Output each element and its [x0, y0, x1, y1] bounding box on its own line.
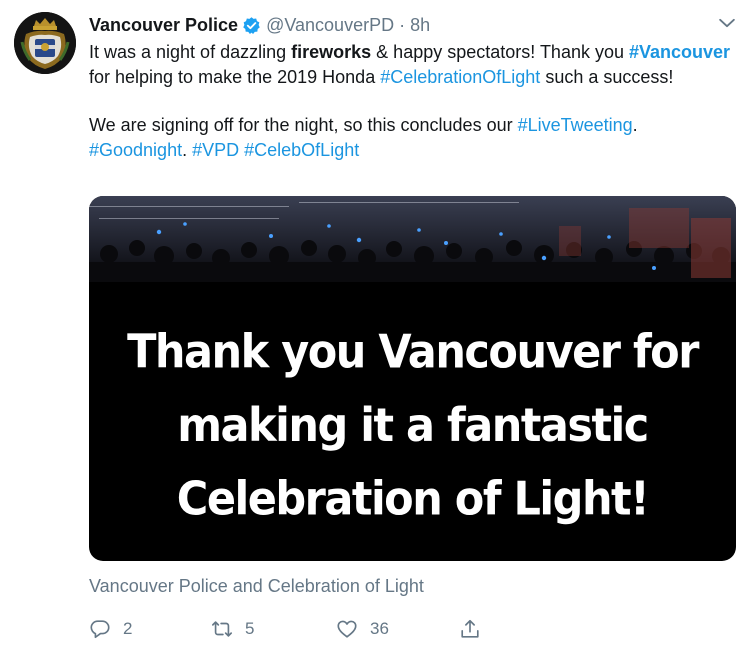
hashtag-vancouver[interactable]: #Vancouver — [629, 42, 730, 62]
hashtag-celebooflight[interactable]: #CelebOfLight — [244, 140, 359, 160]
like-count: 36 — [370, 619, 389, 638]
like-button[interactable]: 36 — [336, 616, 389, 642]
media-tag-caption[interactable]: Vancouver Police and Celebration of Ligh… — [89, 576, 424, 597]
police-crest-icon — [14, 12, 76, 74]
tweet-paragraph-1: It was a night of dazzling fireworks & h… — [89, 42, 731, 87]
image-text-line: making it a fantastic — [177, 399, 649, 453]
verified-badge-icon — [242, 16, 261, 35]
tweet-actions: 2 5 36 — [89, 616, 509, 642]
like-icon — [337, 620, 357, 638]
tweet-text: It was a night of dazzling fireworks & h… — [89, 40, 739, 162]
tweet-paragraph-2: We are signing off for the night, so thi… — [89, 115, 638, 160]
tweet-header: Vancouver Police @VancouverPD · 8h — [89, 13, 430, 37]
reply-icon — [90, 620, 110, 639]
share-button[interactable] — [459, 616, 481, 642]
author-name[interactable]: Vancouver Police — [89, 15, 238, 36]
retweet-icon — [212, 621, 232, 637]
retweet-button[interactable]: 5 — [211, 616, 254, 642]
hashtag-livetweeting[interactable]: #LiveTweeting — [518, 115, 633, 135]
hashtag-celebrationoflight[interactable]: #CelebrationOfLight — [380, 67, 540, 87]
bold-word: fireworks — [291, 42, 372, 62]
tweet-timestamp[interactable]: 8h — [410, 15, 430, 36]
avatar[interactable] — [14, 12, 76, 74]
image-text-line: Thank you Vancouver for — [127, 325, 699, 380]
crowd-photo — [89, 196, 736, 282]
chevron-down-icon[interactable] — [716, 12, 738, 34]
separator-dot: · — [399, 14, 406, 35]
retweet-count: 5 — [245, 619, 255, 638]
hashtag-vpd[interactable]: #VPD — [192, 140, 239, 160]
hashtag-goodnight[interactable]: #Goodnight — [89, 140, 182, 160]
share-icon — [461, 619, 479, 638]
tweet-image[interactable]: Thank you Vancouver for making it a fant… — [89, 196, 736, 561]
author-handle[interactable]: @VancouverPD — [266, 15, 394, 36]
reply-count: 2 — [123, 619, 133, 638]
image-text-line: Celebration of Light! — [176, 472, 650, 527]
reply-button[interactable]: 2 — [89, 616, 132, 642]
image-overlay-text: Thank you Vancouver for making it a fant… — [89, 316, 736, 536]
